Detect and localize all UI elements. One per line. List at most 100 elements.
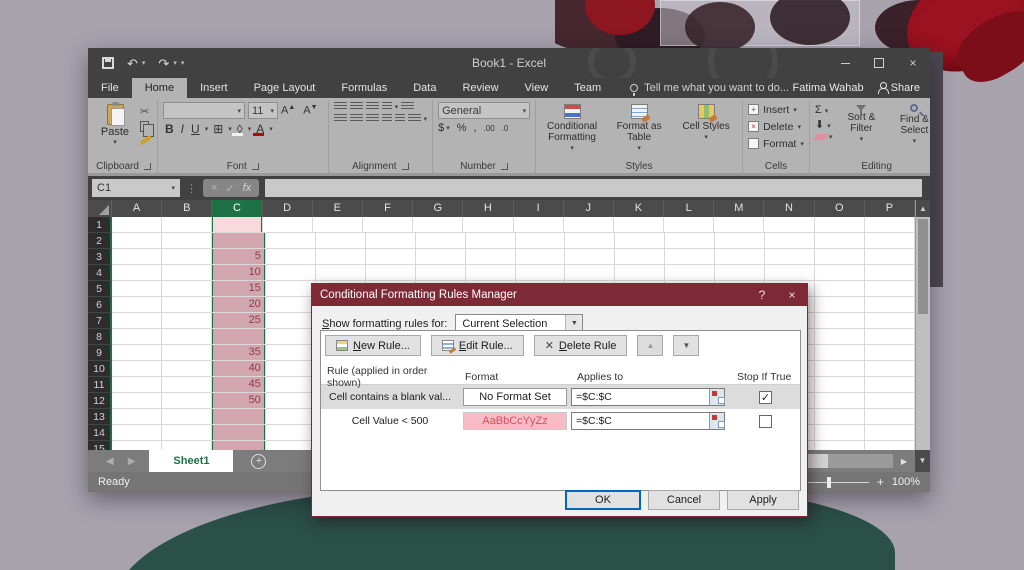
- cell-d1[interactable]: [262, 217, 313, 233]
- cell-d14[interactable]: [265, 425, 316, 441]
- accounting-format-icon[interactable]: $: [438, 122, 444, 134]
- cell-c10[interactable]: 40: [211, 361, 266, 377]
- column-header-l[interactable]: L: [664, 200, 715, 217]
- cell-e1[interactable]: [312, 217, 363, 233]
- cell-m4[interactable]: [715, 265, 766, 281]
- font-name-select[interactable]: ▾: [163, 102, 245, 119]
- insert-cells-button[interactable]: + Insert ▾: [748, 102, 804, 117]
- cell-b1[interactable]: [162, 217, 213, 233]
- cell-a11[interactable]: [112, 377, 162, 393]
- cell-p5[interactable]: [865, 281, 915, 297]
- cell-n3[interactable]: [765, 249, 816, 265]
- cell-p7[interactable]: [865, 313, 915, 329]
- fill-icon[interactable]: ⬇ ▾: [815, 118, 833, 131]
- increase-indent-icon[interactable]: [394, 114, 405, 123]
- cell-c12[interactable]: 50: [211, 393, 266, 409]
- merge-center-icon[interactable]: [407, 114, 421, 123]
- row-header-13[interactable]: 13: [88, 409, 112, 425]
- row-header-3[interactable]: 3: [88, 249, 112, 265]
- column-header-m[interactable]: M: [714, 200, 765, 217]
- cell-a1[interactable]: [112, 217, 163, 233]
- percent-style-icon[interactable]: %: [457, 122, 467, 134]
- ok-button[interactable]: OK: [565, 490, 641, 510]
- vertical-scroll-thumb[interactable]: [918, 219, 928, 314]
- conditional-formatting-button[interactable]: Conditional Formatting ▾: [541, 102, 603, 159]
- cell-c2[interactable]: [211, 233, 266, 249]
- cell-l1[interactable]: [664, 217, 715, 233]
- zoom-in-icon[interactable]: +: [877, 475, 884, 489]
- cell-a7[interactable]: [112, 313, 162, 329]
- orientation-icon[interactable]: [381, 102, 392, 111]
- cell-d11[interactable]: [265, 377, 316, 393]
- cell-styles-button[interactable]: Cell Styles ▾: [675, 102, 737, 159]
- user-name[interactable]: Fatima Wahab: [793, 82, 864, 94]
- cell-o14[interactable]: [815, 425, 866, 441]
- number-dialog-launcher[interactable]: [500, 162, 508, 170]
- cell-i2[interactable]: [515, 233, 566, 249]
- cell-p1[interactable]: [864, 217, 915, 233]
- cell-h4[interactable]: [465, 265, 516, 281]
- cell-b7[interactable]: [161, 313, 212, 329]
- sort-filter-button[interactable]: Sort & Filter ▾: [837, 102, 885, 159]
- autosum-icon[interactable]: Σ ▾: [815, 104, 833, 116]
- cell-a14[interactable]: [112, 425, 162, 441]
- column-header-f[interactable]: F: [363, 200, 414, 217]
- row-header-1[interactable]: 1: [88, 217, 112, 233]
- apply-button[interactable]: Apply: [727, 490, 799, 510]
- cell-p2[interactable]: [865, 233, 915, 249]
- column-header-i[interactable]: I: [514, 200, 564, 217]
- align-right-icon[interactable]: [365, 114, 379, 123]
- number-format-select[interactable]: General ▾: [438, 102, 531, 119]
- cell-g1[interactable]: [413, 217, 464, 233]
- minimize-button[interactable]: [828, 48, 862, 78]
- cell-o15[interactable]: [815, 441, 866, 450]
- cell-f1[interactable]: [362, 217, 414, 233]
- tab-review[interactable]: Review: [449, 78, 511, 98]
- row-header-4[interactable]: 4: [88, 265, 112, 281]
- fill-color-icon[interactable]: ◊: [231, 122, 245, 136]
- row-header-6[interactable]: 6: [88, 297, 112, 313]
- cell-b3[interactable]: [161, 249, 212, 265]
- column-header-c[interactable]: C: [212, 200, 263, 217]
- cell-d3[interactable]: [265, 249, 316, 265]
- cell-a12[interactable]: [112, 393, 162, 409]
- cell-p15[interactable]: [865, 441, 915, 450]
- tab-home[interactable]: Home: [131, 78, 188, 98]
- scroll-down-icon[interactable]: ▼: [915, 450, 930, 472]
- add-sheet-button[interactable]: +: [251, 453, 267, 469]
- range-picker-icon[interactable]: [709, 389, 725, 405]
- cell-b6[interactable]: [161, 297, 212, 313]
- cell-p10[interactable]: [865, 361, 915, 377]
- row-header-11[interactable]: 11: [88, 377, 112, 393]
- paste-button[interactable]: Paste ▾: [95, 102, 135, 159]
- cell-a4[interactable]: [112, 265, 162, 281]
- delete-cells-button[interactable]: × Delete ▾: [748, 119, 804, 134]
- cell-c5[interactable]: 15: [211, 281, 266, 297]
- move-rule-up-button[interactable]: ▲: [637, 335, 664, 356]
- cell-n2[interactable]: [765, 233, 816, 249]
- cell-d7[interactable]: [265, 313, 316, 329]
- row-header-2[interactable]: 2: [88, 233, 112, 249]
- row-header-5[interactable]: 5: [88, 281, 112, 297]
- tab-formulas[interactable]: Formulas: [328, 78, 400, 98]
- row-header-10[interactable]: 10: [88, 361, 112, 377]
- undo-icon[interactable]: ↶: [127, 57, 138, 70]
- find-select-button[interactable]: Find & Select ▾: [890, 102, 930, 159]
- tab-team[interactable]: Team: [561, 78, 614, 98]
- cell-b8[interactable]: [161, 329, 212, 345]
- zoom-slider-thumb[interactable]: [826, 476, 831, 488]
- cell-o13[interactable]: [815, 409, 866, 425]
- cell-p13[interactable]: [865, 409, 915, 425]
- cell-c3[interactable]: 5: [211, 249, 266, 265]
- cell-m3[interactable]: [715, 249, 766, 265]
- cell-j3[interactable]: [565, 249, 616, 265]
- save-icon[interactable]: [102, 57, 114, 69]
- cell-a9[interactable]: [112, 345, 162, 361]
- cell-k1[interactable]: [613, 217, 665, 233]
- row-header-15[interactable]: 15: [88, 441, 112, 450]
- cell-e4[interactable]: [315, 265, 366, 281]
- format-as-table-button[interactable]: Format as Table ▾: [608, 102, 670, 159]
- tab-data[interactable]: Data: [400, 78, 449, 98]
- cell-o8[interactable]: [815, 329, 866, 345]
- bold-button[interactable]: B: [163, 122, 176, 136]
